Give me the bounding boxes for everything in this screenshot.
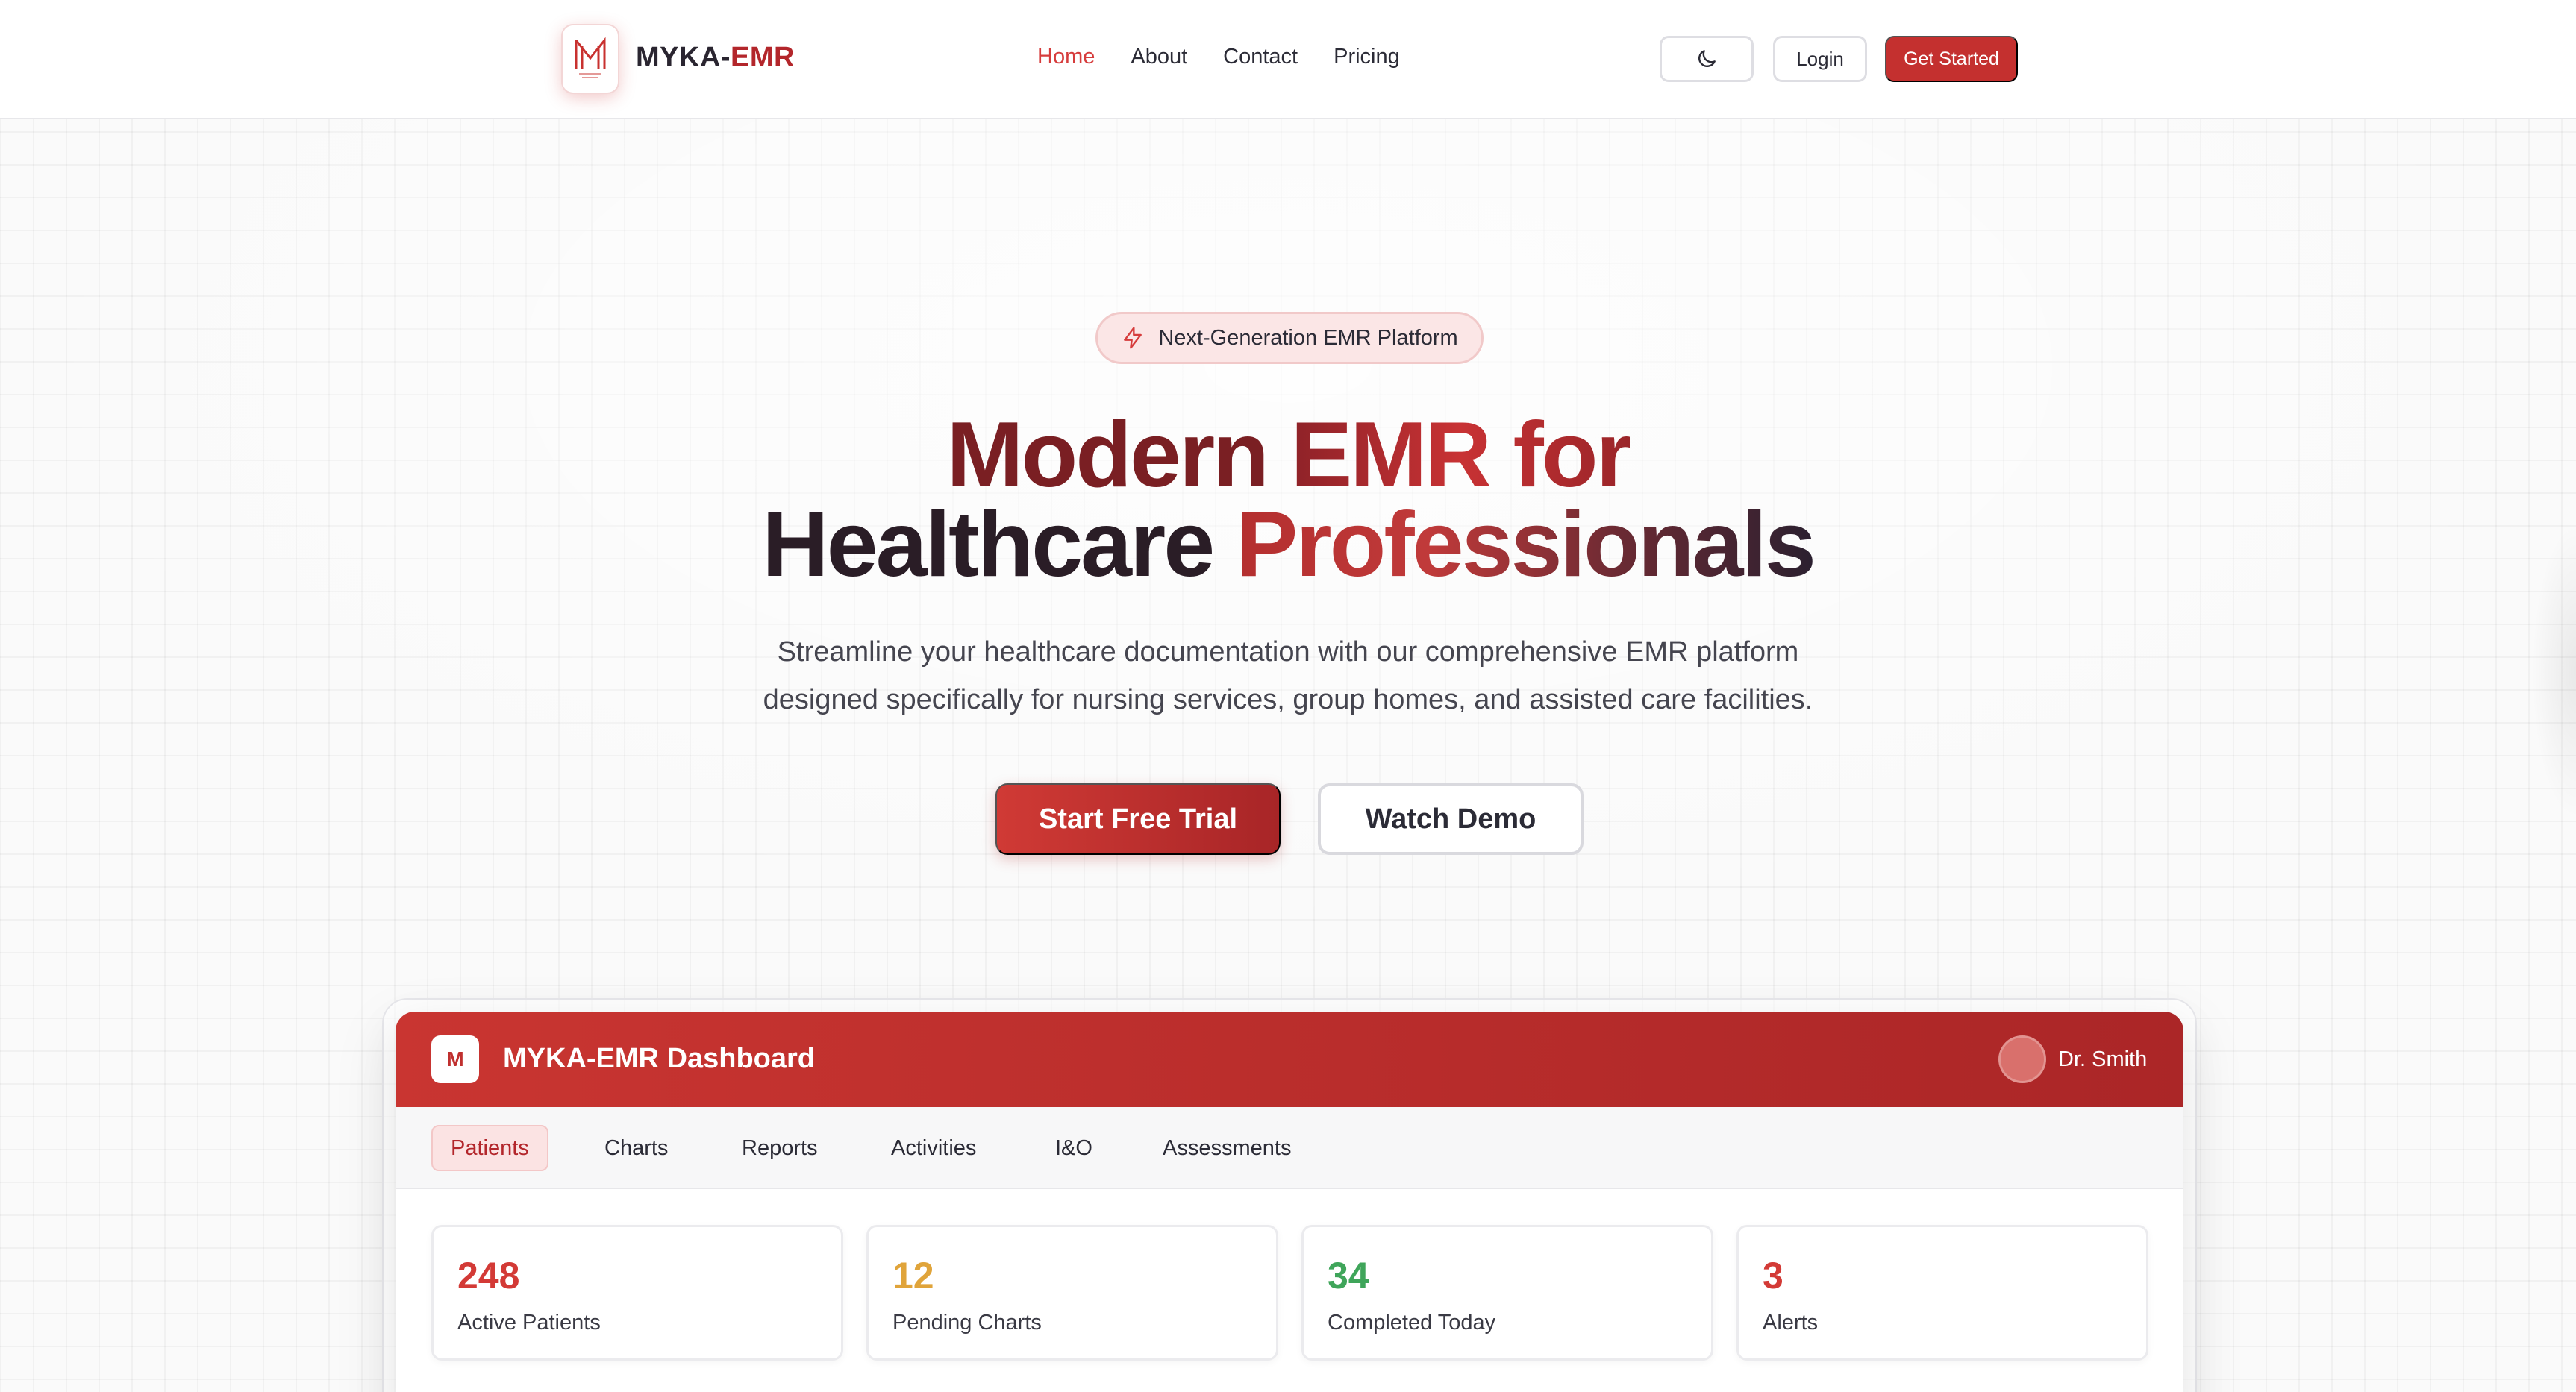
dashboard-title: MYKA-EMR Dashboard bbox=[503, 1043, 816, 1074]
hero-title-line2: Healthcare Professionals bbox=[0, 492, 2576, 597]
user-name[interactable]: Dr. Smith bbox=[2058, 1047, 2147, 1072]
brand-logo[interactable] bbox=[563, 25, 618, 93]
hero-subtitle-line1: Streamline your healthcare documentation… bbox=[777, 636, 1799, 668]
stat-label: Completed Today bbox=[1328, 1311, 1496, 1335]
tab-charts[interactable]: Charts bbox=[604, 1125, 668, 1171]
start-free-trial-button[interactable]: Start Free Trial bbox=[995, 783, 1281, 855]
tab-patients[interactable]: Patients bbox=[431, 1125, 548, 1171]
dashboard-preview: M MYKA-EMR Dashboard Dr. Smith Patients … bbox=[396, 1012, 2183, 1392]
stat-value: 3 bbox=[1763, 1255, 1783, 1297]
dashboard-tabs: Patients Charts Reports Activities I&O A… bbox=[396, 1107, 2183, 1189]
stat-value: 34 bbox=[1328, 1255, 1369, 1297]
avatar[interactable] bbox=[1998, 1035, 2046, 1083]
hero-title-part: Healthcare bbox=[762, 493, 1237, 596]
login-button[interactable]: Login bbox=[1773, 36, 1867, 82]
stat-card-completed-today[interactable]: 34 Completed Today bbox=[1301, 1225, 1713, 1361]
stat-card-active-patients[interactable]: 248 Active Patients bbox=[431, 1225, 843, 1361]
hero-subtitle-line2: designed specifically for nursing servic… bbox=[763, 684, 1813, 715]
theme-toggle-button[interactable] bbox=[1660, 36, 1754, 82]
tab-assessments[interactable]: Assessments bbox=[1163, 1125, 1291, 1171]
nav-link-pricing[interactable]: Pricing bbox=[1334, 45, 1400, 69]
hero-title-line1: Modern EMR for bbox=[0, 403, 2576, 507]
watch-demo-button[interactable]: Watch Demo bbox=[1318, 783, 1584, 855]
nav-link-contact[interactable]: Contact bbox=[1223, 45, 1298, 69]
stat-value: 248 bbox=[457, 1255, 520, 1297]
tab-reports[interactable]: Reports bbox=[742, 1125, 818, 1171]
stat-card-alerts[interactable]: 3 Alerts bbox=[1736, 1225, 2148, 1361]
hero-title-highlight: Professionals bbox=[1236, 493, 1816, 596]
brand-prefix: MYKA- bbox=[636, 42, 731, 73]
hero-title-highlight: EMR for bbox=[1290, 404, 1631, 507]
hero-title-part: Modern bbox=[946, 404, 1291, 507]
stat-label: Active Patients bbox=[457, 1311, 601, 1335]
stat-label: Pending Charts bbox=[892, 1311, 1042, 1335]
main-nav: Home About Contact Pricing bbox=[1037, 45, 1400, 69]
stat-value: 12 bbox=[892, 1255, 934, 1297]
stat-card-pending-charts[interactable]: 12 Pending Charts bbox=[866, 1225, 1278, 1361]
badge-text: Next-Generation EMR Platform bbox=[1158, 325, 1458, 350]
brand-suffix: EMR bbox=[731, 42, 795, 73]
brand-name[interactable]: MYKA-EMR bbox=[636, 42, 795, 74]
get-started-button[interactable]: Get Started bbox=[1885, 36, 2018, 82]
moon-icon bbox=[1698, 50, 1716, 67]
nav-link-about[interactable]: About bbox=[1131, 45, 1187, 69]
tab-io[interactable]: I&O bbox=[1055, 1125, 1092, 1171]
stat-label: Alerts bbox=[1763, 1311, 1819, 1335]
tab-activities[interactable]: Activities bbox=[891, 1125, 976, 1171]
nav-link-home[interactable]: Home bbox=[1037, 45, 1095, 69]
dashboard-header: M MYKA-EMR Dashboard Dr. Smith bbox=[396, 1012, 2183, 1107]
platform-badge: Next-Generation EMR Platform bbox=[1095, 312, 1484, 364]
top-navbar: MYKA-EMR Home About Contact Pricing Logi… bbox=[0, 0, 2576, 119]
lightning-icon bbox=[1124, 327, 1142, 349]
dashboard-logo: M bbox=[431, 1035, 479, 1083]
logo-m-icon bbox=[575, 37, 606, 78]
